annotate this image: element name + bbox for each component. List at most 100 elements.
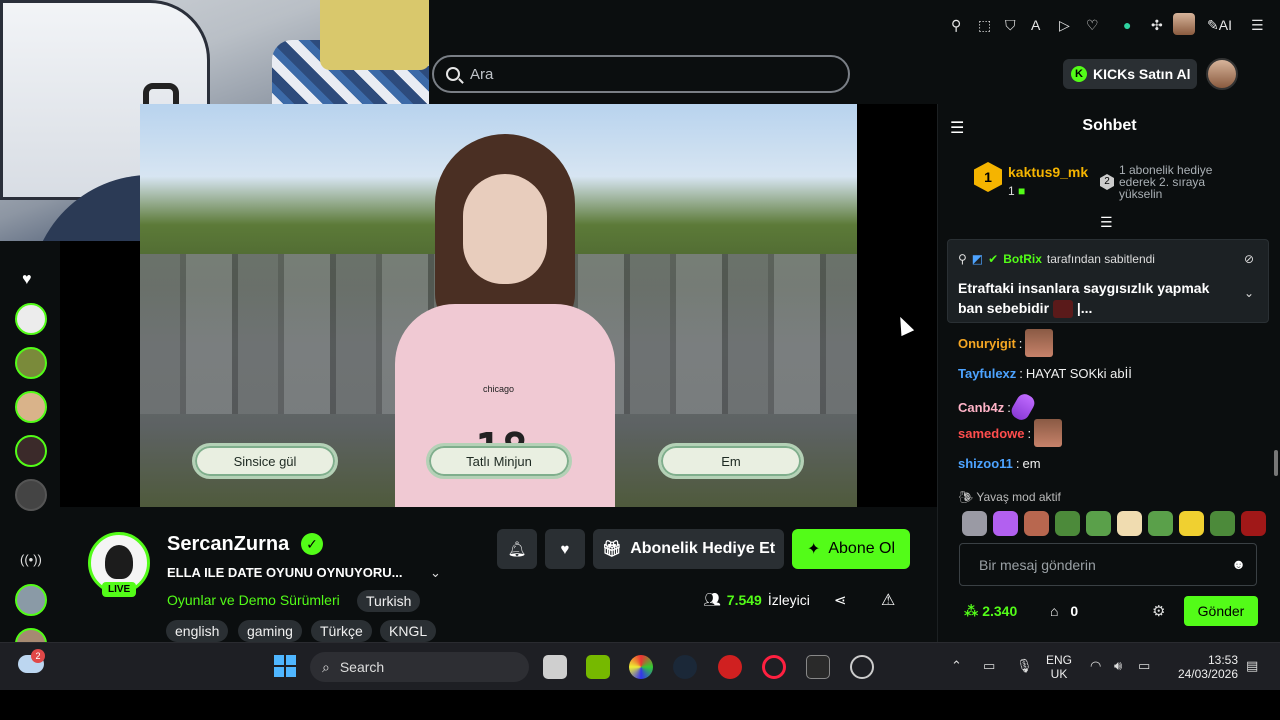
cast-icon[interactable]: ▭ (983, 658, 995, 674)
dialog-choice[interactable]: Em (658, 443, 804, 479)
translate-icon[interactable]: A (1031, 17, 1040, 33)
emote[interactable] (1241, 511, 1266, 536)
rank-badge: 2 (1100, 174, 1114, 190)
volume-icon[interactable]: 🔊︎ (1114, 658, 1122, 674)
chat-message-input[interactable]: Bir mesaj gönderin ☻ (959, 543, 1257, 586)
search-input[interactable]: Ara (432, 55, 850, 93)
chat-username[interactable]: Canb4z (958, 400, 1004, 415)
pinned-message[interactable]: ⚲ ◩ ✔ BotRix tarafından sabitlendi Etraf… (947, 239, 1269, 323)
stream-tag[interactable]: Türkçe (311, 620, 372, 642)
follow-button[interactable]: ♥ (545, 529, 585, 569)
stream-category[interactable]: Oyunlar ve Demo Sürümleri (167, 592, 340, 608)
extension-icon[interactable]: ● (1123, 17, 1131, 33)
emoji-icon[interactable]: ☻ (1231, 556, 1246, 572)
emote-bar (962, 511, 1266, 536)
chat-title: Sohbet (1082, 117, 1137, 134)
kicks-buy-label: KICKs Satın Al (1093, 66, 1191, 82)
video-player[interactable]: chicago 18 Sinsice gül Tatlı Minjun Em (140, 104, 857, 507)
stream-tag[interactable]: english (166, 620, 229, 642)
search-icon (446, 67, 460, 81)
battery-icon[interactable]: ▭ (1138, 658, 1150, 674)
chat-filter-icon[interactable]: ☰ (1100, 214, 1113, 231)
microphone-icon[interactable]: 🎙︎ (1016, 658, 1033, 674)
puzzle-icon[interactable]: ✣ (1151, 17, 1163, 34)
opera-icon[interactable] (762, 655, 786, 679)
search-placeholder: Ara (470, 65, 494, 83)
followed-channel-avatar[interactable] (15, 435, 47, 467)
app-icon[interactable] (850, 655, 874, 679)
followed-channel-avatar[interactable] (15, 347, 47, 379)
menu-icon[interactable]: ☰ (1251, 17, 1264, 34)
emote[interactable] (1148, 511, 1173, 536)
app-icon[interactable] (718, 655, 742, 679)
chat-message: Tayfulexz: HAYAT SOKki abİİ (958, 366, 1132, 381)
emote[interactable] (1055, 511, 1080, 536)
ai-label: AI (1218, 17, 1232, 33)
steam-icon[interactable] (673, 655, 697, 679)
chat-panel: ☰ Sohbet 1 kaktus9_mk 1 ■ 2 1 abonelik h… (937, 104, 1280, 642)
hide-icon[interactable]: ⊘ (1244, 252, 1254, 266)
followed-channel-avatar[interactable] (15, 479, 47, 511)
pinned-by-suffix: tarafından sabitlendi (1046, 252, 1155, 266)
clock[interactable]: 13:53 24/03/2026 (1174, 653, 1238, 681)
leaderboard-user[interactable]: kaktus9_mk (1008, 164, 1088, 180)
chevron-down-icon[interactable]: ⌄ (1244, 286, 1254, 300)
chat-username[interactable]: Tayfulexz (958, 366, 1016, 381)
chat-scrollbar[interactable] (1274, 450, 1278, 476)
stream-tag[interactable]: gaming (238, 620, 302, 642)
kicks-buy-button[interactable]: K KICKs Satın Al (1063, 59, 1197, 89)
language-indicator[interactable]: ENG UK (1046, 653, 1072, 681)
warning-icon[interactable]: ⚠ (881, 590, 895, 610)
shield-icon[interactable]: ⛉ (1005, 17, 1016, 34)
clock-time: 13:53 (1207, 653, 1238, 667)
stream-tag[interactable]: KNGL (380, 620, 437, 642)
dialog-choice[interactable]: Sinsice gül (192, 443, 338, 479)
emote (1025, 329, 1054, 357)
recommended-channel-avatar[interactable] (15, 584, 47, 616)
emote[interactable] (1117, 511, 1142, 536)
chat-username[interactable]: samedowe (958, 426, 1024, 441)
epic-games-icon[interactable] (806, 655, 830, 679)
live-icon[interactable]: ((•)) (20, 552, 42, 567)
emote[interactable] (993, 511, 1018, 536)
chat-username[interactable]: Onuryigit (958, 336, 1016, 351)
taskbar-search[interactable]: ⌕ Search (310, 652, 529, 682)
dialog-choice[interactable]: Tatlı Minjun (426, 443, 572, 479)
emote[interactable] (1179, 511, 1204, 536)
chat-username[interactable]: shizoo11 (958, 456, 1013, 471)
gift-subscription-button[interactable]: 🎁︎ Abonelik Hediye Et (593, 529, 784, 569)
recommended-channel-avatar[interactable] (15, 628, 47, 642)
play-icon[interactable]: ▷ (1059, 17, 1070, 34)
ai-button[interactable]: ✎AI (1207, 17, 1232, 34)
emote[interactable] (1086, 511, 1111, 536)
send-button[interactable]: Gönder (1184, 596, 1258, 626)
emote[interactable] (1024, 511, 1049, 536)
subscribe-button[interactable]: ✦ Abone Ol (792, 529, 910, 569)
heart-icon[interactable]: ♡ (1086, 17, 1099, 34)
profile-icon[interactable] (1173, 13, 1195, 35)
chevron-up-icon[interactable]: ⌃ (951, 658, 962, 674)
emote[interactable] (1210, 511, 1235, 536)
screenshot-icon[interactable]: ⬚ (978, 17, 991, 34)
leaderboard-count: 1 ■ (1008, 184, 1025, 198)
channel-points[interactable]: ⁂ 2.340 (964, 603, 1017, 620)
nvidia-icon[interactable] (586, 655, 610, 679)
pin-icon[interactable]: ⚲ (951, 17, 961, 34)
streamer-name[interactable]: SercanZurna (167, 533, 289, 556)
task-view-icon[interactable] (543, 655, 567, 679)
store-button[interactable]: ⌂ 0 (1050, 603, 1078, 619)
wifi-icon[interactable]: ◠ (1090, 658, 1101, 674)
notification-bell-button[interactable]: 🔔︎ (497, 529, 537, 569)
notifications-icon[interactable]: ▤ (1246, 658, 1258, 674)
share-icon[interactable]: ⋖ (834, 591, 847, 609)
color-app-icon[interactable] (629, 655, 653, 679)
heart-icon[interactable]: ♥ (22, 271, 32, 289)
followed-channel-avatar[interactable] (15, 303, 47, 335)
chevron-down-icon[interactable]: ⌄ (430, 565, 441, 581)
gear-icon[interactable]: ⚙ (1152, 602, 1165, 620)
windows-start-icon[interactable] (274, 655, 296, 677)
followed-channel-avatar[interactable] (15, 391, 47, 423)
emote[interactable] (962, 511, 987, 536)
language-tag[interactable]: Turkish (357, 590, 421, 612)
user-avatar[interactable] (1206, 58, 1238, 90)
